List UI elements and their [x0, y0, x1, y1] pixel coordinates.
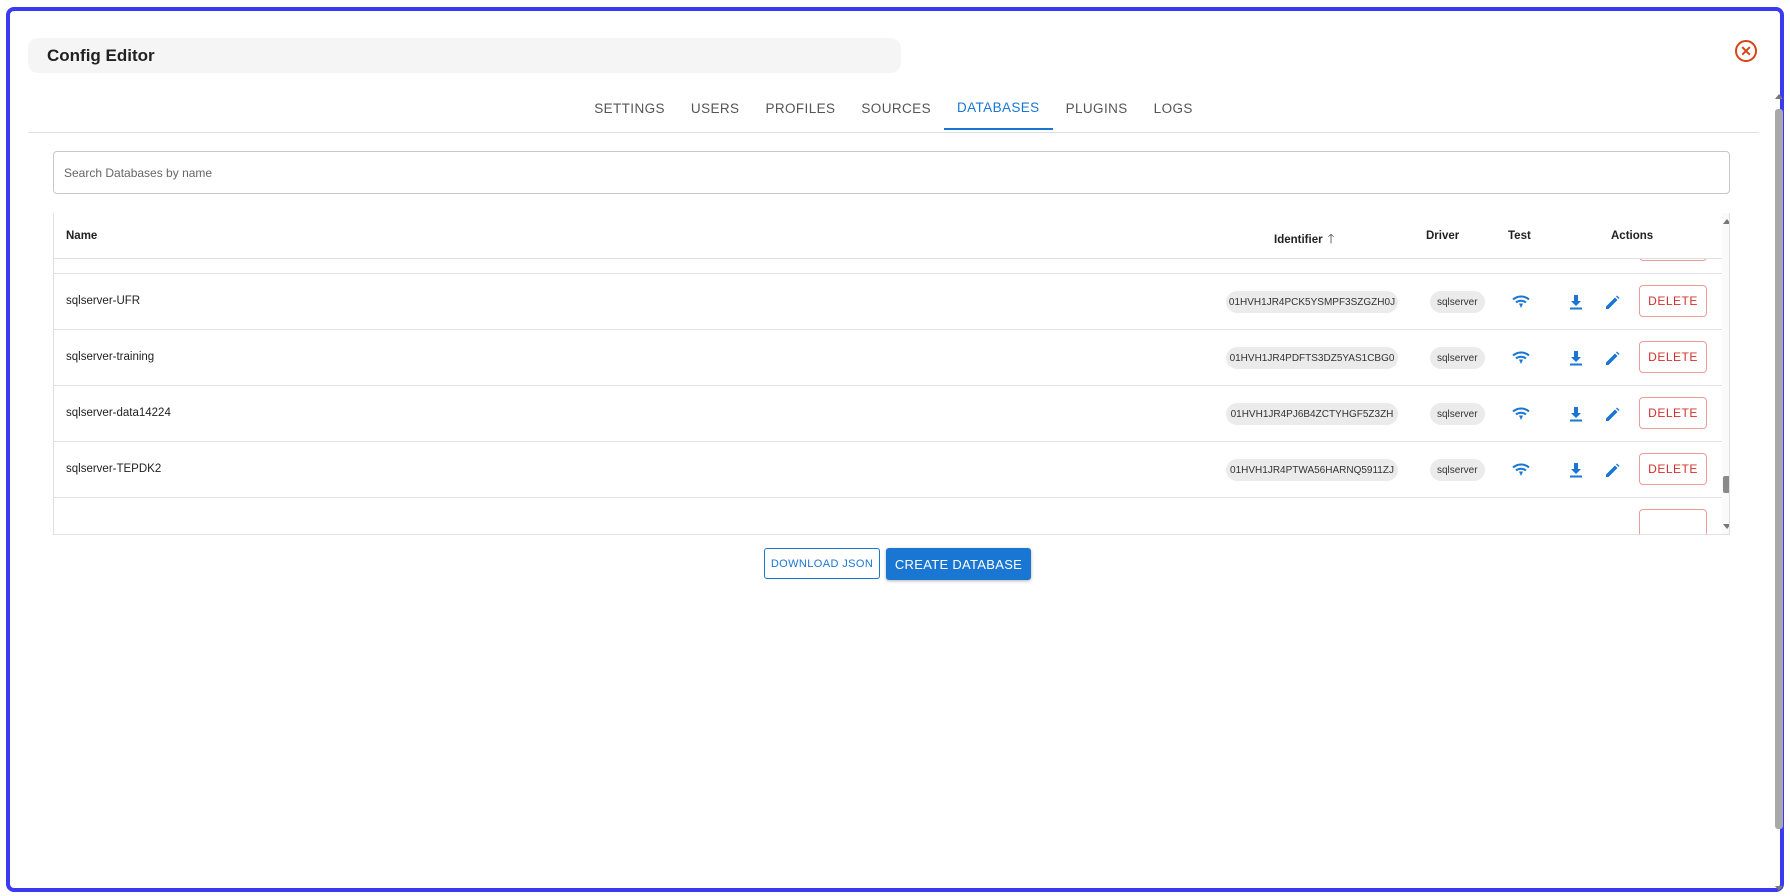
wifi-icon[interactable] [1511, 292, 1531, 312]
tab-bar: SETTINGS USERS PROFILES SOURCES DATABASE… [28, 91, 1759, 133]
wifi-icon[interactable] [1511, 348, 1531, 368]
page-scroll-up-icon[interactable] [1775, 94, 1783, 99]
table-row [54, 497, 1722, 534]
identifier-chip: 01HVH1JR4PCK5YSMPF3SZGZH0J [1226, 291, 1398, 313]
table-row: sqlserver-UFR 01HVH1JR4PCK5YSMPF3SZGZH0J… [54, 273, 1722, 330]
delete-button[interactable] [1639, 509, 1707, 534]
database-name: sqlserver-training [66, 351, 155, 363]
driver-chip: sqlserver [1430, 291, 1485, 313]
tab-databases[interactable]: DATABASES [943, 87, 1053, 130]
column-header-actions: Actions [1611, 230, 1654, 242]
download-icon[interactable] [1566, 404, 1586, 424]
column-header-driver: Driver [1426, 230, 1460, 242]
driver-chip: sqlserver [1430, 459, 1485, 481]
tab-plugins[interactable]: PLUGINS [1053, 87, 1141, 129]
pencil-icon[interactable] [1602, 460, 1622, 480]
table-scrollbar[interactable] [1722, 213, 1729, 534]
scroll-down-arrow-icon[interactable] [1723, 524, 1729, 529]
databases-table: sqlserver-gaia 01HVH1JR4PB0J389NYJTDENGG… [53, 213, 1730, 535]
arrow-up-icon[interactable]: 🡑 [1328, 230, 1335, 252]
database-name: sqlserver-data14224 [66, 407, 171, 419]
config-editor-dialog: Config Editor ✕ SETTINGS USERS PROFILES … [6, 7, 1784, 892]
scroll-up-arrow-icon[interactable] [1723, 219, 1729, 224]
table-row: sqlserver-training 01HVH1JR4PDFTS3DZ5YAS… [54, 329, 1722, 386]
tab-logs[interactable]: LOGS [1141, 87, 1206, 129]
delete-button[interactable]: DELETE [1639, 453, 1707, 485]
identifier-chip: 01HVH1JR4PTWA56HARNQ5911ZJ [1226, 459, 1398, 481]
database-name: sqlserver-UFR [66, 295, 141, 307]
table-row: sqlserver-data14224 01HVH1JR4PJ6B4ZCTYHG… [54, 385, 1722, 442]
page-scrollbar[interactable] [1773, 91, 1785, 894]
column-header-identifier-label: Identifier [1274, 234, 1323, 246]
driver-chip: sqlserver [1430, 347, 1485, 369]
page-scroll-thumb[interactable] [1775, 109, 1783, 829]
page-scroll-down-icon[interactable] [1775, 886, 1783, 891]
column-header-test: Test [1508, 230, 1531, 242]
tab-settings[interactable]: SETTINGS [581, 87, 678, 129]
delete-button[interactable]: DELETE [1639, 397, 1707, 429]
pencil-icon[interactable] [1602, 348, 1622, 368]
wifi-icon[interactable] [1511, 460, 1531, 480]
database-name: sqlserver-TEPDK2 [66, 463, 162, 475]
dialog-title: Config Editor [47, 46, 155, 65]
tab-profiles[interactable]: PROFILES [752, 87, 848, 129]
delete-button[interactable]: DELETE [1639, 285, 1707, 317]
column-header-name[interactable]: Name [66, 230, 97, 242]
pencil-icon[interactable] [1602, 404, 1622, 424]
download-icon[interactable] [1566, 348, 1586, 368]
delete-button[interactable]: DELETE [1639, 341, 1707, 373]
column-header-identifier[interactable]: Identifier 🡑 [1274, 230, 1334, 252]
title-bar: Config Editor [28, 38, 901, 73]
close-icon[interactable]: ✕ [1735, 40, 1757, 62]
tab-sources[interactable]: SOURCES [848, 87, 944, 129]
identifier-chip: 01HVH1JR4PJ6B4ZCTYHGF5Z3ZH [1226, 403, 1398, 425]
download-icon[interactable] [1566, 292, 1586, 312]
table-row: sqlserver-TEPDK2 01HVH1JR4PTWA56HARNQ591… [54, 441, 1722, 498]
driver-chip: sqlserver [1430, 403, 1485, 425]
create-database-button[interactable]: CREATE DATABASE [886, 548, 1031, 580]
download-icon[interactable] [1566, 460, 1586, 480]
table-header: Name Identifier 🡑 Driver Test Actions [54, 213, 1722, 259]
identifier-chip: 01HVH1JR4PDFTS3DZ5YAS1CBG0 [1226, 347, 1398, 369]
search-input[interactable] [53, 151, 1730, 194]
tab-users[interactable]: USERS [678, 87, 753, 129]
download-json-button[interactable]: DOWNLOAD JSON [764, 548, 880, 579]
wifi-icon[interactable] [1511, 404, 1531, 424]
pencil-icon[interactable] [1602, 292, 1622, 312]
table-scroll-thumb[interactable] [1723, 476, 1729, 493]
